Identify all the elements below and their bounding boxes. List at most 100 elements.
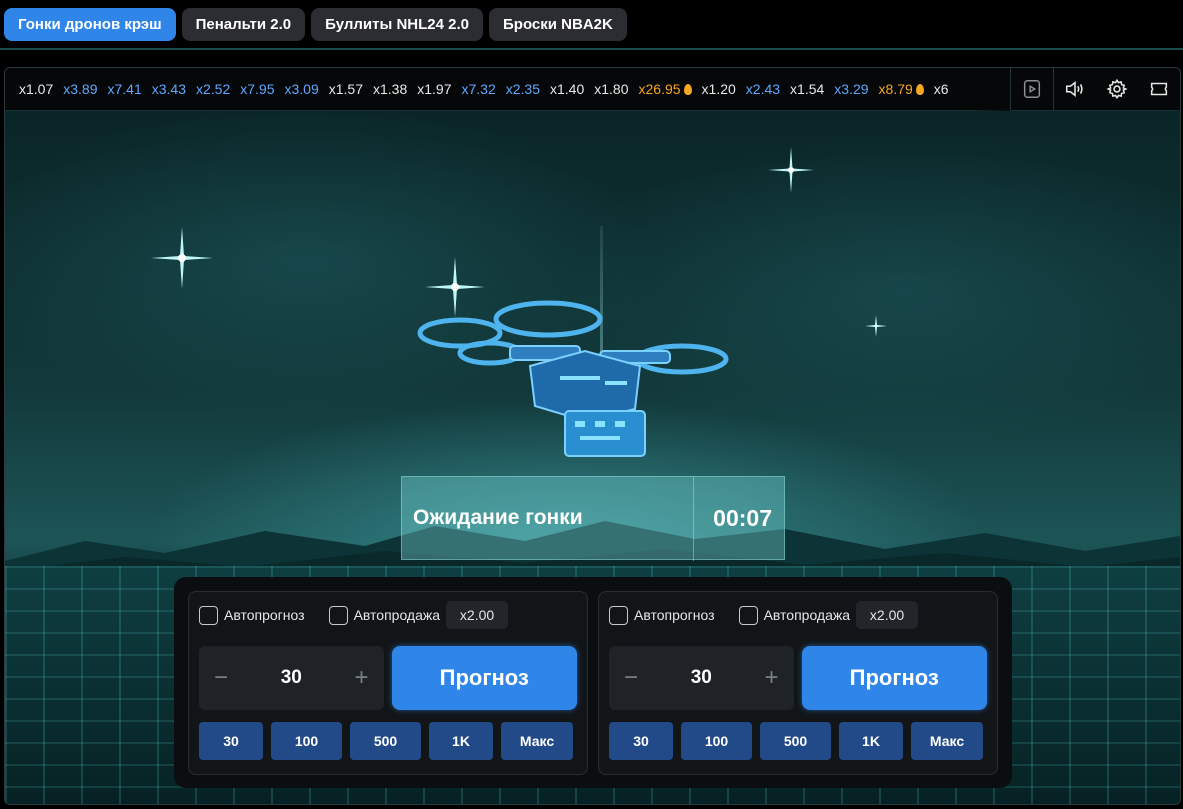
multiplier-value: x7.41 [107,81,142,97]
increase-button[interactable]: + [762,664,782,692]
auto-sell-checkbox[interactable]: Автопродажа [328,605,440,625]
quick-amount-button[interactable]: 1K [839,722,903,760]
flame-icon [683,83,692,95]
multiplier-value: x1.38 [373,81,408,97]
history-multiplier: x2.43 [746,81,780,97]
multiplier-value: x26.95 [638,81,681,97]
sound-button[interactable] [1054,68,1096,111]
play-icon [1023,80,1041,98]
drone-illustration [417,300,729,457]
history-bar: x1.07 x3.89 x7.41 x3.43 x2.52 x7.95 x3.09 x1.57… [5,68,1180,111]
history-multiplier: x8.79 [879,81,924,97]
race-status-panel: Ожидание гонки 00:07 [401,476,785,561]
multiplier-value: x3.89 [63,81,98,97]
increase-button[interactable]: + [352,664,372,692]
multiplier-value: x6 [933,81,949,97]
ticket-button[interactable] [1138,68,1180,111]
bet-amount-input[interactable]: 30 [691,667,712,689]
checkbox-icon [328,605,348,625]
quick-amount-button[interactable]: 100 [681,722,752,760]
quick-amount-button[interactable]: 500 [350,722,421,760]
quick-amounts: 30 100 500 1K Макс [609,722,987,760]
status-text: Ожидание гонки [413,506,583,529]
predict-button[interactable]: Прогноз [391,646,577,710]
history-multiplier: x3.43 [152,81,186,97]
max-amount-button[interactable]: Макс [911,722,983,760]
sound-icon [1065,80,1083,98]
multiplier-value: x8.79 [878,81,913,97]
multiplier-value: x1.20 [701,81,736,97]
bet-panel: Автопрогноз Автопродажа x2.00 − 30 + Про… [174,577,1012,788]
tabs-divider [0,48,1183,50]
play-button[interactable] [1011,68,1053,111]
history-multiplier: x1.38 [373,81,407,97]
status-divider [693,477,694,561]
game-scene: Ожидание гонки 00:07 Автопрогноз Автопро… [5,111,1180,804]
auto-sell-multiplier-input[interactable]: x2.00 [446,601,509,629]
tab-nba-throws[interactable]: Броски NBA2K [489,8,627,41]
max-amount-button[interactable]: Макс [501,722,573,760]
multiplier-value: x2.52 [196,81,231,97]
tab-nhl-shootout[interactable]: Буллиты NHL24 2.0 [311,8,484,41]
auto-sell-checkbox[interactable]: Автопродажа [738,605,850,625]
tab-drone-race-crash[interactable]: Гонки дронов крэш [4,8,176,41]
multiplier-value: x1.57 [328,81,363,97]
decrease-button[interactable]: − [211,664,231,692]
history-multiplier: x6 [934,81,949,97]
quick-amount-button[interactable]: 30 [199,722,263,760]
history-multiplier: x2.52 [196,81,230,97]
tab-penalty[interactable]: Пенальти 2.0 [181,8,306,41]
sparkle-icon [768,147,814,193]
history-multiplier: x1.80 [594,81,628,97]
game-controls [1010,68,1180,111]
settings-icon [1106,78,1128,100]
history-multiplier: x3.89 [63,81,97,97]
predict-button[interactable]: Прогноз [801,646,987,710]
history-multiplier: x1.54 [790,81,824,97]
sparkle-icon [151,227,213,289]
history-multiplier: x7.41 [108,81,142,97]
bet-options: Автопрогноз Автопродажа x2.00 [609,600,987,630]
checkbox-icon [609,605,628,625]
history-multiplier: x1.07 [19,81,53,97]
game-frame: x1.07 x3.89 x7.41 x3.43 x2.52 x7.95 x3.09 x1.57… [4,67,1181,805]
multiplier-value: x1.54 [790,81,825,97]
multiplier-value: x1.07 [19,81,54,97]
quick-amount-button[interactable]: 1K [429,722,493,760]
checkbox-icon [738,605,758,625]
game-tabs: Гонки дронов крэш Пенальти 2.0 Буллиты N… [4,8,627,41]
bet-amount-input[interactable]: 30 [281,667,302,689]
bet-box-1: Автопрогноз Автопродажа x2.00 − 30 + Про… [188,591,588,775]
countdown-timer: 00:07 [713,504,772,531]
multiplier-value: x1.40 [550,81,585,97]
decrease-button[interactable]: − [621,664,641,692]
quick-amounts: 30 100 500 1K Макс [199,722,577,760]
quick-amount-button[interactable]: 30 [609,722,673,760]
sparkle-icon [865,315,887,337]
flame-icon [915,83,924,95]
history-multiplier: x1.57 [329,81,363,97]
multiplier-value: x2.43 [745,81,781,97]
history-multiplier: x1.97 [417,81,451,97]
history-multiplier: x3.29 [834,81,868,97]
multiplier-value: x7.32 [461,81,496,97]
multiplier-value: x3.09 [284,81,319,97]
quick-amount-button[interactable]: 100 [271,722,342,760]
multiplier-value: x2.35 [505,81,540,97]
settings-button[interactable] [1096,68,1138,111]
ticket-icon [1150,82,1168,96]
history-multiplier: x1.20 [702,81,736,97]
bet-amount-stepper: − 30 + [199,646,384,710]
bet-options: Автопрогноз Автопродажа x2.00 [199,600,577,630]
auto-sell-multiplier-input[interactable]: x2.00 [856,601,919,629]
history-multiplier: x1.40 [550,81,584,97]
multiplier-history: x1.07 x3.89 x7.41 x3.43 x2.52 x7.95 x3.09 x1.57… [5,68,1010,111]
quick-amount-button[interactable]: 500 [760,722,831,760]
auto-predict-checkbox[interactable]: Автопрогноз [199,605,305,625]
history-multiplier: x26.95 [639,81,692,97]
multiplier-value: x3.29 [834,81,869,97]
auto-predict-checkbox[interactable]: Автопрогноз [609,605,715,625]
multiplier-value: x1.97 [417,81,452,97]
history-multiplier: x7.32 [462,81,496,97]
bet-box-2: Автопрогноз Автопродажа x2.00 − 30 + Про… [598,591,998,775]
